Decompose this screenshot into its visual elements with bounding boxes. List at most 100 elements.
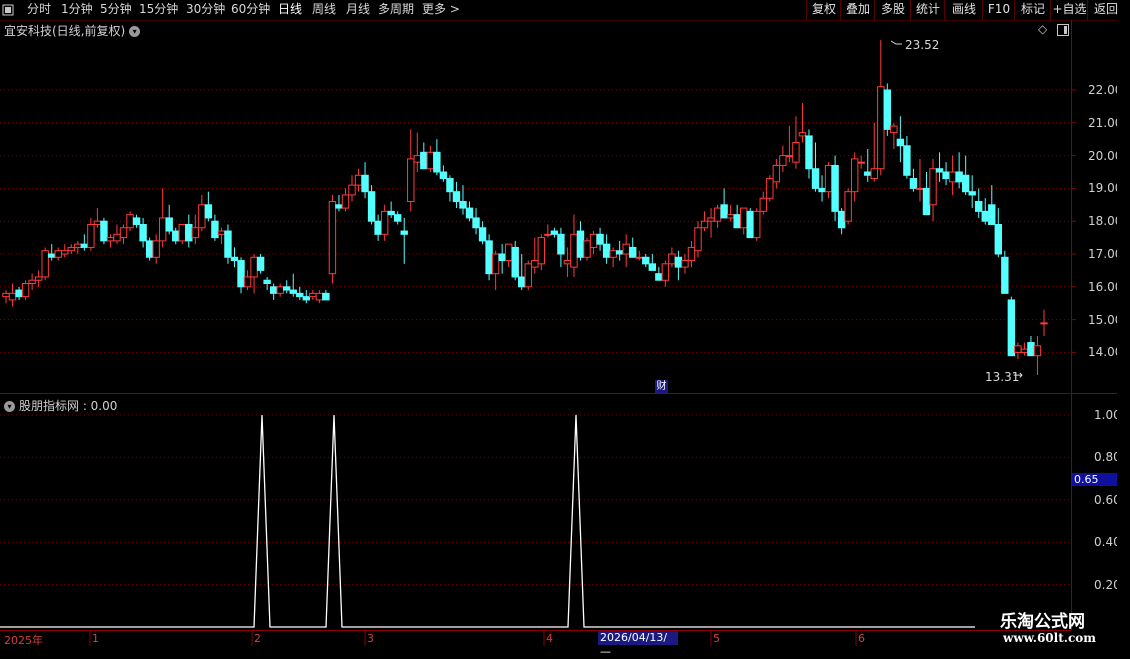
- toolbar-button-6[interactable]: 标记: [1014, 0, 1051, 20]
- candle: [158, 188, 167, 248]
- candle: [439, 165, 448, 182]
- candle: [47, 244, 56, 261]
- candle: [348, 175, 356, 202]
- toolbar-button-1[interactable]: 叠加: [840, 0, 875, 20]
- candle: [504, 243, 513, 268]
- candle-body: [929, 168, 937, 206]
- candle: [948, 155, 957, 195]
- candle-body: [818, 187, 826, 193]
- candle-body: [668, 253, 676, 265]
- toolbar-button-5[interactable]: F10: [982, 0, 1015, 20]
- candle-body: [622, 243, 630, 255]
- candle: [896, 116, 905, 163]
- candle: [818, 175, 826, 202]
- candle: [968, 175, 976, 209]
- panel-toggle-icon[interactable]: [1057, 24, 1069, 39]
- candle-body: [439, 171, 448, 180]
- candle-body: [472, 217, 480, 229]
- candle-body: [537, 237, 546, 265]
- watermark-title: 乐淘公式网: [1000, 612, 1085, 632]
- candle-body: [15, 289, 23, 298]
- candle-body: [994, 223, 1003, 255]
- candle: [935, 152, 944, 182]
- candle: [289, 273, 297, 297]
- candle: [139, 217, 147, 248]
- chart-title: 宜安科技(日线,前复权) ▾: [4, 22, 141, 39]
- candle: [100, 217, 108, 245]
- candle: [779, 145, 787, 172]
- candle: [87, 217, 95, 251]
- candle: [975, 188, 983, 218]
- period-tab-5[interactable]: 60分钟: [231, 0, 270, 20]
- panel-divider: [0, 393, 1130, 394]
- candle: [211, 214, 219, 241]
- candle-body: [753, 210, 761, 239]
- candle: [393, 211, 402, 225]
- candle: [805, 129, 813, 179]
- candle-body: [655, 273, 663, 281]
- toolbar-button-8[interactable]: 返回: [1087, 0, 1124, 20]
- candle: [518, 254, 526, 291]
- candle-body: [988, 204, 996, 225]
- period-tab-2[interactable]: 5分钟: [100, 0, 132, 20]
- candle: [296, 286, 304, 300]
- candle: [733, 204, 741, 229]
- candle-body: [837, 210, 846, 229]
- candle: [850, 152, 859, 202]
- candle: [903, 135, 911, 179]
- candle-body: [948, 171, 957, 183]
- candle-body: [772, 164, 781, 183]
- period-tab-7[interactable]: 周线: [312, 0, 336, 20]
- candle: [837, 208, 846, 235]
- candle-body: [877, 86, 885, 170]
- candle: [1001, 250, 1009, 294]
- candle-body: [145, 240, 154, 258]
- candlestick-chart[interactable]: [0, 0, 1130, 650]
- candle: [485, 234, 493, 281]
- candle-body: [890, 125, 898, 134]
- period-tab-1[interactable]: 1分钟: [61, 0, 93, 20]
- diamond-icon[interactable]: ◇: [1038, 22, 1047, 36]
- period-tab-9[interactable]: 多周期: [378, 0, 414, 20]
- candle-body: [204, 204, 213, 219]
- toolbar-button-4[interactable]: 画线: [944, 0, 983, 20]
- candle-body: [113, 233, 121, 242]
- period-tab-0[interactable]: 分时: [27, 0, 51, 20]
- candle-body: [459, 201, 467, 209]
- finance-marker[interactable]: 财: [655, 380, 668, 393]
- toolbar-button-3[interactable]: 统计: [910, 0, 945, 20]
- period-tab-4[interactable]: 30分钟: [186, 0, 225, 20]
- period-tab-10[interactable]: 更多 >: [422, 0, 460, 20]
- period-tab-8[interactable]: 月线: [346, 0, 370, 20]
- chevron-down-icon[interactable]: ▾: [4, 401, 15, 412]
- candle-body: [296, 292, 304, 298]
- candle-body: [1007, 299, 1016, 357]
- candle-body: [387, 210, 395, 216]
- candle-body: [870, 168, 878, 180]
- candle-body: [792, 141, 800, 163]
- candle-body: [367, 191, 376, 222]
- candle-body: [328, 201, 337, 275]
- candle: [942, 162, 950, 186]
- candle-body: [224, 230, 232, 258]
- candle-body: [909, 178, 918, 189]
- square-icon[interactable]: [2, 0, 16, 20]
- timeline-month: 3: [367, 632, 374, 645]
- toolbar-button-2[interactable]: 多股: [874, 0, 911, 20]
- chevron-down-icon[interactable]: ▾: [129, 26, 141, 37]
- candle-body: [433, 151, 441, 173]
- toolbar-button-0[interactable]: 复权: [806, 0, 841, 20]
- candle: [955, 152, 963, 189]
- candle: [361, 162, 369, 199]
- candle: [589, 231, 598, 254]
- candle: [283, 280, 291, 294]
- candle-body: [720, 204, 728, 219]
- candle: [994, 208, 1003, 258]
- candle: [335, 194, 343, 212]
- stock-title: 宜安科技(日线,前复权): [4, 24, 126, 38]
- candle: [178, 223, 186, 245]
- period-tab-3[interactable]: 15分钟: [139, 0, 178, 20]
- period-tab-6[interactable]: 日线: [278, 0, 302, 20]
- toolbar-button-7[interactable]: +自选: [1050, 0, 1088, 20]
- candle-body: [106, 237, 115, 242]
